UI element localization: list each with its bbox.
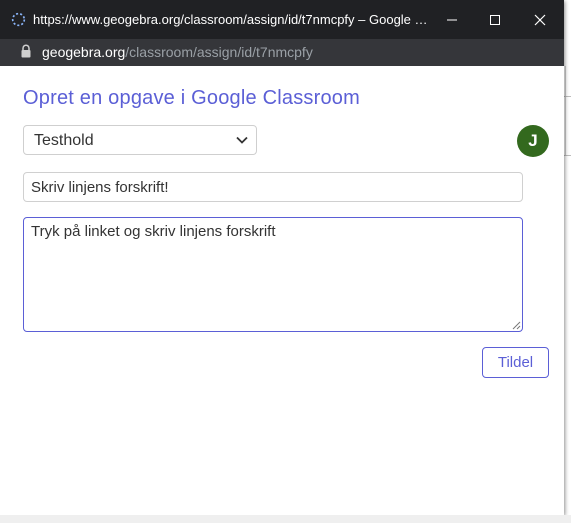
url-text: geogebra.org/classroom/assign/id/t7nmcpf… — [42, 44, 313, 60]
avatar[interactable]: J — [517, 125, 549, 157]
background-strip — [0, 515, 571, 523]
background-divider — [564, 155, 571, 156]
url-host: geogebra.org — [42, 44, 126, 60]
page-content: Opret en opgave i Google Classroom Testh… — [0, 66, 564, 515]
resize-grip-icon[interactable] — [512, 321, 521, 330]
loading-spinner-icon — [11, 12, 26, 27]
page-title: Opret en opgave i Google Classroom — [23, 87, 360, 109]
assign-button[interactable]: Tildel — [482, 347, 549, 378]
chevron-down-icon — [236, 136, 248, 144]
lock-icon — [21, 44, 31, 58]
maximize-icon — [490, 15, 500, 25]
background-divider — [565, 66, 566, 156]
assignment-title-input[interactable] — [23, 172, 523, 202]
window-title: https://www.geogebra.org/classroom/assig… — [33, 12, 433, 27]
url-path: /classroom/assign/id/t7nmcpfy — [125, 44, 313, 60]
class-select-value: Testhold — [34, 132, 94, 149]
background-divider — [564, 96, 571, 97]
minimize-button[interactable] — [437, 6, 467, 34]
close-icon — [534, 14, 546, 26]
class-select[interactable]: Testhold — [23, 125, 257, 155]
window-titlebar[interactable]: https://www.geogebra.org/classroom/assig… — [0, 0, 564, 39]
assignment-description-textarea[interactable]: Tryk på linket og skriv linjens forskrif… — [23, 217, 523, 332]
maximize-button[interactable] — [480, 6, 510, 34]
popup-window: https://www.geogebra.org/classroom/assig… — [0, 0, 564, 515]
minimize-icon — [447, 19, 457, 21]
address-bar[interactable]: geogebra.org/classroom/assign/id/t7nmcpf… — [0, 39, 564, 66]
close-button[interactable] — [525, 6, 555, 34]
